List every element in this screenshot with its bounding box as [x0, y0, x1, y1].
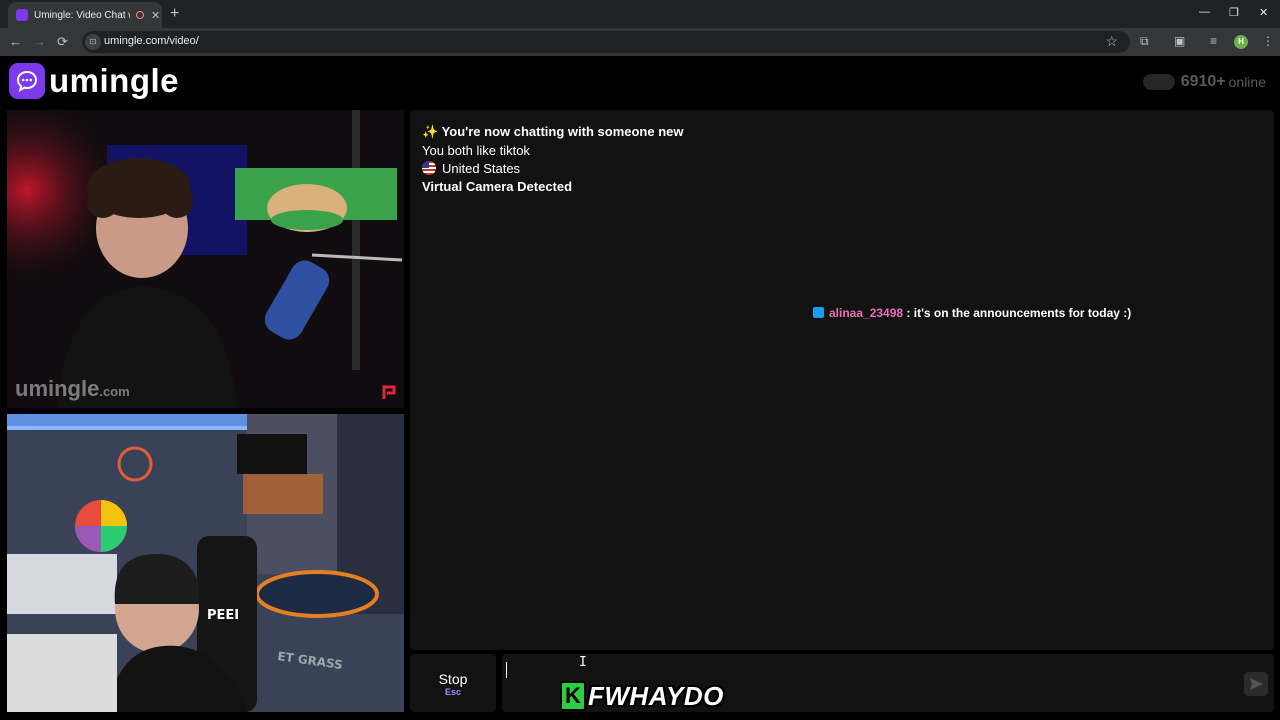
virtual-camera-notice: Virtual Camera Detected: [422, 179, 573, 194]
online-indicator: 6910+ online: [1142, 73, 1266, 91]
forward-button[interactable]: →: [33, 34, 46, 49]
umingle-watermark: umingle.com: [15, 376, 130, 401]
cast-icon[interactable]: ▣: [1174, 34, 1185, 48]
streamer-handle: FWHAYDO: [588, 680, 724, 711]
us-flag-icon: [422, 161, 436, 175]
stop-shortcut-hint: Esc: [444, 687, 461, 697]
stranger-video: umingle.com: [7, 110, 404, 408]
reload-button[interactable]: ⟳: [57, 34, 68, 50]
self-video-scene: PEEI ET GRASS: [7, 414, 404, 712]
mouse-text-cursor: I: [579, 655, 587, 670]
umingle-logo-icon[interactable]: [9, 63, 45, 99]
close-window-button[interactable]: ✕: [1259, 6, 1268, 19]
stop-label: Stop: [438, 671, 468, 687]
address-bar[interactable]: ⊡ umingle.com/video/ ☆: [82, 31, 1130, 53]
browser-tab[interactable]: Umingle: Video Chat with S ✕: [8, 2, 162, 28]
stranger-country: United States: [422, 161, 520, 176]
media-controls-icon[interactable]: ≡: [1210, 34, 1217, 48]
browser-toolbar: ← → ⟳ ⊡ umingle.com/video/ ☆ ⧉ ▣ ≡ H ⋮: [0, 28, 1280, 56]
extensions-icon[interactable]: ⧉: [1140, 34, 1149, 49]
streamer-overlay: K FWHAYDO: [560, 680, 724, 712]
stop-button[interactable]: Stop Esc: [410, 654, 496, 712]
url-text: umingle.com/video/: [104, 35, 199, 47]
tiktok-badge-icon: [813, 307, 824, 318]
chair-label: PEEI: [207, 608, 239, 623]
send-button[interactable]: [1244, 672, 1268, 696]
chat-controls: Stop Esc: [410, 654, 1274, 712]
site-info-icon[interactable]: ⊡: [85, 34, 101, 50]
bookmark-star-icon[interactable]: ☆: [1105, 33, 1118, 50]
umingle-favicon-icon: [16, 9, 28, 21]
report-flag-icon[interactable]: [382, 384, 398, 400]
theme-toggle[interactable]: [1142, 74, 1175, 90]
logo-wordmark[interactable]: umingle: [49, 62, 179, 100]
message-text: it's on the announcements for today :): [913, 306, 1132, 320]
chat-log: ✨ You're now chatting with someone new Y…: [410, 110, 1274, 650]
text-caret: [506, 662, 507, 678]
online-label: online: [1228, 74, 1266, 90]
recording-icon: [136, 11, 144, 19]
chat-message: alinaa_23498 : it's on the announcements…: [813, 306, 1131, 320]
restore-button[interactable]: ❐: [1229, 6, 1239, 19]
minimize-button[interactable]: —: [1199, 6, 1210, 18]
stranger-video-scene: [7, 110, 404, 408]
new-tab-button[interactable]: +: [170, 5, 179, 23]
online-count: 6910+: [1180, 73, 1226, 90]
send-arrow-icon: [1250, 678, 1263, 690]
common-interest: You both like tiktok: [422, 143, 530, 158]
kick-logo-icon: K: [560, 681, 586, 711]
tab-strip: Umingle: Video Chat with S ✕ + — ❐ ✕: [0, 0, 1280, 28]
new-chat-notice: ✨ You're now chatting with someone new: [422, 124, 684, 139]
self-video: PEEI ET GRASS: [7, 414, 404, 712]
menu-kebab-icon[interactable]: ⋮: [1262, 34, 1274, 48]
profile-avatar[interactable]: H: [1234, 35, 1248, 49]
back-button[interactable]: ←: [9, 34, 22, 49]
tab-title: Umingle: Video Chat with S: [34, 9, 130, 21]
tab-close-icon[interactable]: ✕: [151, 9, 160, 22]
message-username[interactable]: alinaa_23498: [829, 306, 903, 320]
